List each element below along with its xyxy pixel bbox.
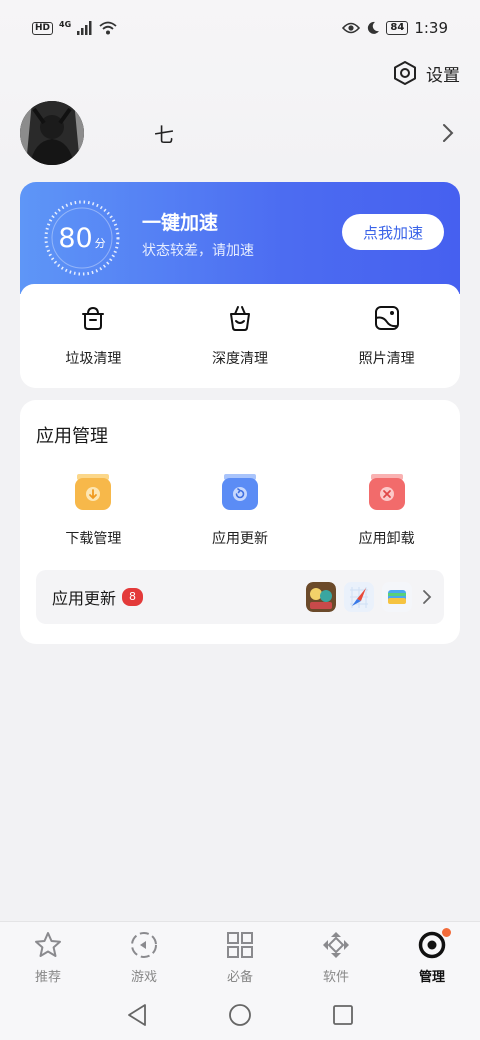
clock: 1:39: [414, 19, 448, 37]
tab-essentials[interactable]: 必备: [192, 922, 288, 989]
wifi-icon: [99, 21, 117, 35]
app-update-button[interactable]: 应用更新: [167, 470, 314, 548]
app-manage-title: 应用管理: [36, 426, 108, 447]
update-folder-icon: [222, 474, 258, 510]
game-app-icon: [306, 582, 336, 612]
grid-icon: [227, 932, 253, 958]
avatar[interactable]: [20, 101, 84, 165]
nav-label-active: 管理: [418, 970, 445, 985]
nav-label: 必备: [226, 970, 253, 985]
settings-label: 设置: [426, 65, 460, 86]
home-icon[interactable]: [228, 1003, 252, 1027]
tool-label: 垃圾清理: [65, 351, 122, 367]
notification-dot: [442, 928, 451, 937]
nav-label: 软件: [322, 970, 349, 985]
tool-label: 深度清理: [212, 351, 268, 367]
moon-icon: [368, 21, 380, 34]
signal-icon: [77, 21, 92, 35]
app-update-row[interactable]: 应用更新 8: [36, 570, 444, 624]
cleaning-tools: 垃圾清理 深度清理 照片清理: [20, 284, 460, 388]
trash-bin-icon: [82, 306, 105, 330]
tool-junk-clean[interactable]: 垃圾清理: [20, 284, 167, 388]
tab-software[interactable]: 软件: [288, 922, 384, 989]
back-icon[interactable]: [126, 1003, 148, 1027]
tool-photo-clean[interactable]: 照片清理: [313, 284, 460, 388]
recents-icon[interactable]: [332, 1004, 354, 1026]
status-right: 84 1:39: [342, 19, 448, 37]
score-unit: 分: [94, 237, 106, 250]
status-bar: HD 4G 84 1:39: [0, 0, 480, 56]
tool-deep-clean[interactable]: 深度清理: [167, 284, 314, 388]
username: 七: [154, 122, 174, 147]
app-manage-tools: 下载管理 应用更新 应用卸载: [20, 470, 460, 548]
app-tool-label: 应用卸载: [358, 531, 415, 547]
network-label: 4G: [59, 19, 72, 29]
star-icon: [35, 932, 61, 957]
boost-card: 80 分 一键加速 状态较差，请加速 点我加速 垃圾清理 深度清理 照片清理: [20, 182, 460, 388]
avatar-image: [20, 101, 84, 165]
boost-title: 一键加速: [142, 212, 219, 234]
gear-icon: [394, 61, 416, 85]
app-tool-label: 下载管理: [65, 531, 122, 547]
profile-row[interactable]: 七: [20, 100, 460, 166]
chevron-right-icon: [423, 590, 432, 604]
system-nav-bar: [0, 989, 480, 1040]
settings-button[interactable]: 设置: [392, 58, 460, 88]
status-left: HD 4G: [32, 19, 117, 35]
download-folder-icon: [75, 474, 112, 510]
tab-recommend[interactable]: 推荐: [0, 922, 96, 989]
app-manage-card: 应用管理 下载管理 应用更新 应用卸载 应用更新 8: [20, 400, 460, 644]
score-value: 80: [58, 222, 93, 254]
hd-badge: HD: [32, 21, 54, 35]
boost-button[interactable]: 点我加速: [342, 214, 444, 250]
photo-icon: [374, 306, 399, 330]
nav-label: 游戏: [130, 970, 157, 985]
wallet-app-icon: [382, 582, 412, 612]
manage-ring-wrapper: [417, 928, 451, 960]
eye-icon: [342, 22, 361, 34]
tool-label: 照片清理: [358, 351, 415, 367]
download-manage-button[interactable]: 下载管理: [20, 470, 167, 548]
app-tool-label: 应用更新: [212, 531, 268, 547]
uninstall-icon: [368, 474, 405, 510]
boost-header: 80 分 一键加速 状态较差，请加速 点我加速: [20, 182, 460, 294]
tab-games[interactable]: 游戏: [96, 922, 192, 989]
boost-subtitle: 状态较差，请加速: [142, 243, 254, 259]
chevron-right-icon: [443, 124, 454, 142]
gamepad-icon: [131, 932, 157, 958]
basket-icon: [230, 306, 250, 331]
battery-level: 84: [386, 21, 409, 35]
nav-label: 推荐: [34, 970, 61, 985]
update-row-label: 应用更新: [52, 589, 117, 608]
update-app-icons: [306, 582, 412, 612]
diamond-arrows-icon: [323, 932, 349, 958]
tab-manage[interactable]: 管理: [384, 922, 480, 989]
compass-app-icon: [344, 582, 374, 612]
update-count-badge: 8: [122, 588, 144, 606]
app-uninstall-button[interactable]: 应用卸载: [313, 470, 460, 548]
bottom-nav: 推荐 游戏 必备 软件 管理: [0, 921, 480, 989]
score: 80 分: [42, 198, 122, 278]
